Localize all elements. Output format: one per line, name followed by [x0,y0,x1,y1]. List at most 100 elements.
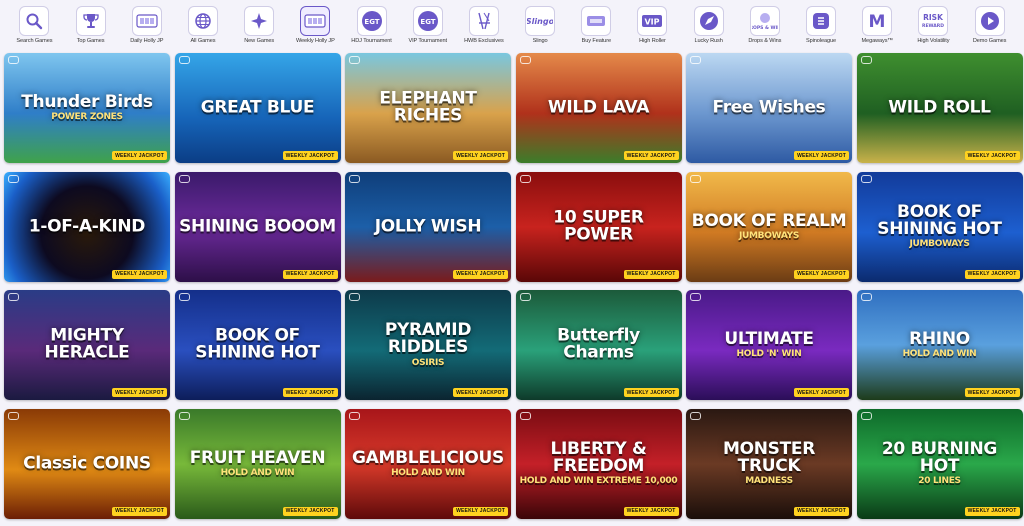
category-label: Search Games [16,38,53,44]
weekly-jackpot-badge: WEEKLY JACKPOT [794,388,849,397]
category-hdj-tournament[interactable]: EGT HDJ Tournament [346,0,397,50]
provider-mark-icon [349,174,360,183]
svg-text:REWARD: REWARD [922,23,944,29]
category-top-games[interactable]: Top Games [65,0,116,50]
weekly-jackpot-badge: WEEKLY JACKPOT [282,269,338,279]
game-tile-free-wishes[interactable]: Free Wishes WEEKLY JACKPOT [686,53,852,163]
game-title: MONSTER TRUCK MADNESS [690,440,848,487]
spinoleague-icon [806,6,837,36]
provider-mark-icon [690,293,701,301]
category-label: VIP Tournament [408,38,447,44]
game-subtitle: HOLD AND WIN EXTREME 10,000 [519,476,678,487]
vip-icon: VIP [637,6,668,36]
game-title: LIBERTY & FREEDOM HOLD AND WIN EXTREME 10… [519,438,678,487]
game-title-text: PYRAMID RIDDLES [384,320,472,358]
game-tile-gamblelicious[interactable]: GAMBLELICIOUS HOLD AND WIN WEEKLY JACKPOT [345,408,511,519]
weekly-jackpot-badge: WEEKLY JACKPOT [794,151,849,160]
category-slingo[interactable]: Slingo Slingo [515,0,566,50]
game-subtitle: 20 LINES [918,476,961,487]
game-title: WILD LAVA [520,99,678,116]
game-tile-elephant-riches[interactable]: ELEPHANT RICHES WEEKLY JACKPOT [345,53,511,163]
game-title: MIGHTY HERACLE [8,325,166,363]
game-tile-great-blue[interactable]: GREAT BLUE WEEKLY JACKPOT [174,53,341,163]
category-search-games[interactable]: Search Games [9,0,60,50]
game-tile-wild-lava[interactable]: WILD LAVA WEEKLY JACKPOT [515,53,682,163]
game-title: RHINO HOLD AND WIN [861,328,1019,360]
game-title-text: MIGHTY HERACLE [44,325,130,363]
game-grid: Thunder Birds POWER ZONES WEEKLY JACKPOT … [4,53,1023,519]
category-weekly-holly-jp[interactable]: Weekly Holly JP [290,0,341,50]
provider-mark-icon [8,174,19,183]
game-tile-liberty-freedom[interactable]: LIBERTY & FREEDOM HOLD AND WIN EXTREME 10… [515,408,682,519]
game-tile-jolly-wish[interactable]: JOLLY WISH WEEKLY JACKPOT [345,171,511,282]
game-title-text: ULTIMATE [724,328,814,349]
category-spinoleague[interactable]: Spinoleague [796,0,847,50]
game-title-text: LIBERTY & FREEDOM [550,438,647,476]
category-label: Drops & Wins [748,38,782,44]
category-label: High Roller [639,38,666,44]
game-title: PYRAMID RIDDLES OSIRIS [349,320,507,368]
category-hwb-exclusives[interactable]: HWB Exclusives [458,0,509,50]
game-tile-wild-roll[interactable]: WILD ROLL WEEKLY JACKPOT [856,53,1023,163]
category-label: HWB Exclusives [464,38,504,44]
category-label: Buy Feature [581,38,611,44]
category-high-volatility[interactable]: RISK REWARD High Volatility [908,0,959,50]
game-title-text: FRUIT HEAVEN [189,447,326,468]
game-tile-pyramid-riddles[interactable]: PYRAMID RIDDLES OSIRIS WEEKLY JACKPOT [345,290,511,400]
game-tile-classic-coins[interactable]: Classic COINS WEEKLY JACKPOT [4,408,170,519]
game-title: BOOK OF SHINING HOT [179,327,337,363]
weekly-jackpot-badge: WEEKLY JACKPOT [453,151,508,160]
game-tile-butterfly-charms[interactable]: Butterfly Charms WEEKLY JACKPOT [515,290,682,400]
game-tile-ultimate[interactable]: ULTIMATE HOLD 'N' WIN WEEKLY JACKPOT [686,290,852,400]
svg-text:DROPS & WINS: DROPS & WINS [752,25,778,31]
weekly-jackpot-badge: WEEKLY JACKPOT [282,388,338,397]
weekly-jackpot-badge: WEEKLY JACKPOT [453,269,508,279]
game-tile-book-of-realm[interactable]: BOOK OF REALM JUMBOWAYS WEEKLY JACKPOT [686,171,852,282]
game-subtitle: HOLD 'N' WIN [736,349,802,360]
game-tile-mighty-heracle[interactable]: MIGHTY HERACLE WEEKLY JACKPOT [4,290,170,400]
game-tile-10-super-power[interactable]: 10 SUPER POWER WEEKLY JACKPOT [515,171,682,282]
weekly-jackpot-badge: WEEKLY JACKPOT [453,388,508,397]
game-title-text: RHINO [909,328,970,349]
game-tile-shining-booom[interactable]: SHINING BOOOM WEEKLY JACKPOT [174,171,341,282]
game-title-text: BOOK OF REALM [691,210,847,231]
jackpot-icon [131,6,162,36]
game-tile-fruit-heaven[interactable]: FRUIT HEAVEN HOLD AND WIN WEEKLY JACKPOT [174,408,341,519]
category-high-roller[interactable]: VIP High Roller [627,0,678,50]
game-title-text: SHINING BOOOM [179,215,336,236]
game-title: GREAT BLUE [179,99,337,116]
game-tile-book-of-shining-hot[interactable]: BOOK OF SHINING HOT WEEKLY JACKPOT [174,290,341,400]
provider-mark-icon [519,293,531,301]
category-lucky-rush[interactable]: Lucky Rush [683,0,734,50]
game-tile-thunder-birds[interactable]: Thunder Birds POWER ZONES WEEKLY JACKPOT [4,53,170,163]
weekly-jackpot-badge: WEEKLY JACKPOT [794,269,849,279]
game-title: SHINING BOOOM [179,215,337,236]
weekly-jackpot-badge: WEEKLY JACKPOT [623,388,679,397]
game-tile-book-of-shining-hot[interactable]: BOOK OF SHINING HOT JUMBOWAYS WEEKLY JACK… [856,171,1023,282]
category-label: Lucky Rush [694,38,723,44]
category-vip-tournament[interactable]: EGT VIP Tournament [402,0,453,50]
provider-mark-icon [178,411,190,420]
category-new-games[interactable]: New Games [234,0,285,50]
game-title: 1-OF-A-KIND [8,217,166,235]
category-label: HDJ Tournament [351,38,392,44]
game-tile-20-burning-hot[interactable]: 20 BURNING HOT 20 LINES WEEKLY JACKPOT [856,408,1023,519]
category-megaways[interactable]: M Megaways™ [852,0,903,50]
game-title: JOLLY WISH [349,217,507,235]
star-burst-icon [244,6,275,36]
category-all-games[interactable]: All Games [177,0,228,50]
egt-logo-icon: EGT [412,6,443,36]
category-buy-feature[interactable]: Buy Feature [571,0,622,50]
provider-mark-icon [349,411,360,420]
category-label: Slingo [532,38,548,44]
provider-mark-icon [519,174,531,183]
game-tile-rhino[interactable]: RHINO HOLD AND WIN WEEKLY JACKPOT [856,290,1023,400]
rocket-icon [693,6,724,36]
game-title: Free Wishes [690,99,848,116]
game-tile-monster-truck[interactable]: MONSTER TRUCK MADNESS WEEKLY JACKPOT [686,408,852,519]
game-tile-1-of-a-kind[interactable]: 1-OF-A-KIND WEEKLY JACKPOT [4,171,170,282]
category-daily-holly-jp[interactable]: Daily Holly JP [121,0,172,50]
category-drops-wins[interactable]: DROPS & WINS Drops & Wins [739,0,790,50]
category-demo-games[interactable]: Demo Games [964,0,1015,50]
weekly-jackpot-badge: WEEKLY JACKPOT [282,151,338,160]
